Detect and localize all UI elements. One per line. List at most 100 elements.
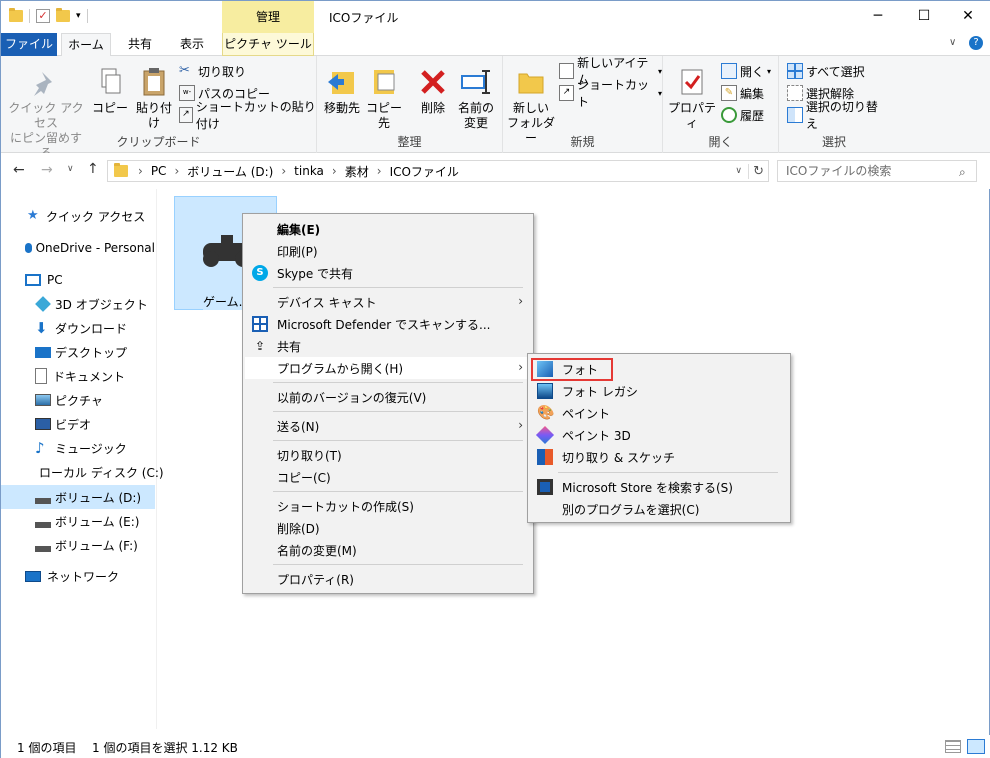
menu-item-print[interactable]: 印刷(P) xyxy=(245,240,531,262)
nav-network[interactable]: ネットワーク xyxy=(1,564,155,588)
forward-arrow-icon[interactable]: → xyxy=(41,162,53,178)
menu-label: 切り取り & スケッチ xyxy=(562,450,675,465)
breadcrumb-sozai[interactable]: 素材 xyxy=(345,163,369,180)
folder-icon xyxy=(9,8,23,22)
breadcrumb-volume-d[interactable]: ボリューム (D:) xyxy=(187,163,273,180)
nav-volume-e[interactable]: ボリューム (E:) xyxy=(1,509,155,533)
open-with-store-search[interactable]: Microsoft Store を検索する(S) xyxy=(530,476,788,498)
menu-item-create-shortcut[interactable]: ショートカットの作成(S) xyxy=(245,495,531,517)
nav-pictures[interactable]: ピクチャ xyxy=(1,388,155,412)
menu-item-defender-scan[interactable]: Microsoft Defender でスキャンする... xyxy=(245,313,531,335)
nav-videos[interactable]: ビデオ xyxy=(1,412,155,436)
menu-label: コピー(C) xyxy=(277,470,331,485)
new-folder-icon[interactable] xyxy=(56,8,70,22)
nav-music[interactable]: ♪ ミュージック xyxy=(1,436,155,460)
menu-item-copy[interactable]: コピー(C) xyxy=(245,466,531,488)
easy-access-button[interactable]: ↗ ショートカット ▾ xyxy=(559,78,662,109)
help-icon[interactable]: ? xyxy=(969,36,983,50)
paste-button[interactable]: 貼り付け xyxy=(131,66,177,131)
rename-button[interactable]: 名前の 変更 xyxy=(455,66,497,131)
properties-button[interactable]: プロパティ xyxy=(667,66,717,131)
qat-dropdown-icon[interactable]: ▾ xyxy=(76,11,81,21)
nav-volume-d[interactable]: ボリューム (D:) xyxy=(1,485,155,509)
tab-home[interactable]: ホーム xyxy=(61,33,111,57)
menu-label: Microsoft Store を検索する(S) xyxy=(562,480,733,495)
menu-label: 編集(E) xyxy=(277,222,321,237)
menu-label: 共有 xyxy=(277,339,302,354)
nav-downloads[interactable]: ⬇ ダウンロード xyxy=(1,316,155,340)
search-icon[interactable]: ⌕ xyxy=(959,165,966,180)
copy-to-button[interactable]: コピー先 xyxy=(363,66,405,131)
search-input[interactable]: ICOファイルの検索 xyxy=(777,160,977,182)
nav-label: クイック アクセス xyxy=(46,209,146,224)
edit-button[interactable]: ✎ 編集 xyxy=(721,83,764,103)
move-to-button[interactable]: 移動先 xyxy=(323,66,361,116)
menu-item-delete[interactable]: 削除(D) xyxy=(245,517,531,539)
select-all-button[interactable]: すべて選択 xyxy=(787,61,865,81)
new-folder-icon xyxy=(515,66,547,98)
navigation-pane: ★ クイック アクセス OneDrive - Personal PC 3D オブジ… xyxy=(1,189,164,729)
tab-file[interactable]: ファイル xyxy=(1,33,57,56)
nav-3d-objects[interactable]: 3D オブジェクト xyxy=(1,292,155,316)
menu-separator xyxy=(273,287,523,288)
open-with-paint-3d[interactable]: ペイント 3D xyxy=(530,424,788,446)
shortcut-icon: ↗ xyxy=(559,85,574,101)
open-with-snip-sketch[interactable]: 切り取り & スケッチ xyxy=(530,446,788,468)
open-with-choose-another[interactable]: 別のプログラムを選択(C) xyxy=(530,498,788,520)
refresh-icon[interactable]: ↻ xyxy=(748,163,764,179)
tab-view[interactable]: 表示 xyxy=(169,33,215,56)
back-arrow-icon[interactable]: ← xyxy=(13,162,25,178)
manage-tab-header[interactable]: 管理 xyxy=(222,1,314,35)
menu-item-share[interactable]: ⇪ 共有 xyxy=(245,335,531,357)
breadcrumb-tinka[interactable]: tinka xyxy=(294,164,324,178)
nav-local-disk-c[interactable]: ローカル ディスク (C:) xyxy=(1,460,164,484)
history-button[interactable]: 履歴 xyxy=(721,105,764,125)
drive-icon xyxy=(35,546,51,552)
menu-item-restore-previous[interactable]: 以前のバージョンの復元(V) xyxy=(245,386,531,408)
large-icons-view-icon[interactable] xyxy=(967,739,985,754)
menu-item-cut[interactable]: 切り取り(T) xyxy=(245,444,531,466)
address-dropdown-icon[interactable]: ∨ xyxy=(735,166,742,176)
maximize-button[interactable]: ☐ xyxy=(901,1,947,31)
picture-icon xyxy=(35,394,51,406)
menu-item-send-to[interactable]: 送る(N) › xyxy=(245,415,531,437)
invert-selection-button[interactable]: 選択の切り替え xyxy=(787,100,889,131)
paste-shortcut-button[interactable]: ↗ ショートカットの貼り付け xyxy=(179,100,316,131)
menu-item-open-with[interactable]: プログラムから開く(H) › xyxy=(245,357,531,379)
nav-label: PC xyxy=(47,273,63,287)
minimize-button[interactable]: ─ xyxy=(855,1,901,31)
nav-onedrive[interactable]: OneDrive - Personal xyxy=(1,236,155,260)
quick-access-toolbar: ✓ ▾ xyxy=(9,7,88,25)
open-button[interactable]: 開く ▾ xyxy=(721,61,771,81)
submenu-chevron-icon: › xyxy=(518,360,523,374)
nav-volume-f[interactable]: ボリューム (F:) xyxy=(1,533,155,557)
nav-quick-access[interactable]: ★ クイック アクセス xyxy=(1,204,155,228)
details-view-icon[interactable] xyxy=(945,740,961,753)
menu-item-edit[interactable]: 編集(E) xyxy=(245,218,531,240)
open-with-photos-legacy[interactable]: フォト レガシ xyxy=(530,380,788,402)
nav-pc[interactable]: PC xyxy=(1,268,155,292)
nav-desktop[interactable]: デスクトップ xyxy=(1,340,155,364)
tab-share[interactable]: 共有 xyxy=(117,33,163,56)
menu-item-skype-share[interactable]: S Skype で共有 xyxy=(245,262,531,284)
breadcrumb-ico-folder[interactable]: ICOファイル xyxy=(390,163,459,180)
delete-button[interactable]: 削除 xyxy=(415,66,451,116)
properties-check-icon[interactable]: ✓ xyxy=(36,9,50,23)
menu-separator xyxy=(273,411,523,412)
menu-item-rename[interactable]: 名前の変更(M) xyxy=(245,539,531,561)
menu-item-device-cast[interactable]: デバイス キャスト › xyxy=(245,291,531,313)
nav-documents[interactable]: ドキュメント xyxy=(1,364,155,388)
cut-button[interactable]: ✂ 切り取り xyxy=(179,61,246,81)
breadcrumb-pc[interactable]: PC xyxy=(151,164,167,178)
tab-picture-tools[interactable]: ピクチャ ツール xyxy=(222,33,314,56)
collapse-ribbon-icon[interactable]: ∨ xyxy=(949,37,956,48)
recent-locations-icon[interactable]: ∨ xyxy=(67,164,74,174)
address-bar[interactable]: › PC › ボリューム (D:) › tinka › 素材 › ICOファイル… xyxy=(107,160,769,182)
up-arrow-icon[interactable]: ↑ xyxy=(87,161,99,177)
open-with-paint[interactable]: 🎨 ペイント xyxy=(530,402,788,424)
close-button[interactable]: ✕ xyxy=(945,1,990,31)
copy-button[interactable]: コピー xyxy=(91,66,129,116)
menu-item-properties[interactable]: プロパティ(R) xyxy=(245,568,531,590)
new-group: 新しい フォルダー 新しいアイテム ▾ ↗ ショートカット ▾ 新規 xyxy=(503,56,663,153)
selection-info: 1 個の項目を選択 1.12 KB xyxy=(92,741,238,755)
